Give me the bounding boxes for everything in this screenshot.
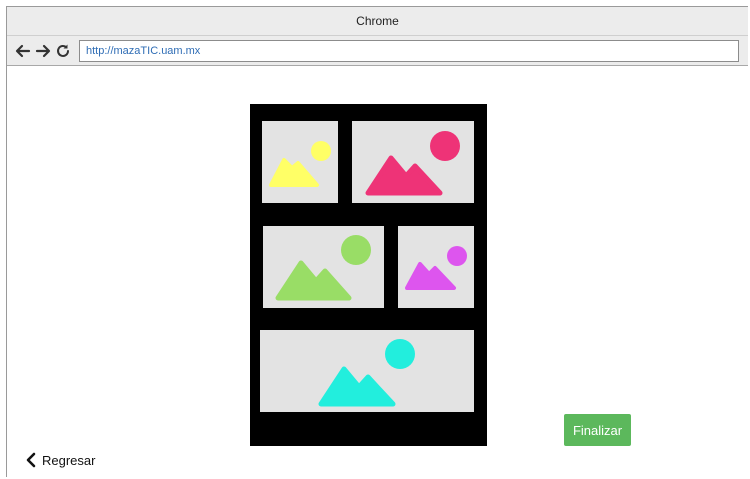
mountain-image-icon <box>365 131 460 196</box>
mountain-image-icon <box>269 141 331 187</box>
image-tile-pink[interactable] <box>352 121 474 203</box>
image-gallery-board <box>250 104 487 446</box>
image-tile-cyan[interactable] <box>260 330 474 412</box>
browser-toolbar: http://mazaTIC.uam.mx <box>7 36 748 66</box>
browser-window: Chrome http://mazaTIC.uam.mx Finalizar R… <box>6 6 748 477</box>
image-tile-purple[interactable] <box>398 226 474 308</box>
window-title: Chrome <box>356 14 399 28</box>
address-bar[interactable]: http://mazaTIC.uam.mx <box>79 39 739 62</box>
mountain-image-icon <box>318 339 415 407</box>
image-tile-yellow[interactable] <box>262 121 338 203</box>
arrow-left-icon[interactable] <box>13 41 33 61</box>
page-content: Finalizar Regresar <box>7 66 748 477</box>
reload-icon[interactable] <box>53 41 73 61</box>
chevron-left-icon <box>26 452 36 468</box>
back-link-label: Regresar <box>42 452 96 468</box>
mountain-image-icon <box>275 235 371 301</box>
title-bar: Chrome <box>7 7 748 36</box>
mountain-image-icon <box>405 246 467 290</box>
arrow-right-icon[interactable] <box>33 41 53 61</box>
image-tile-green[interactable] <box>263 226 384 308</box>
finish-button[interactable]: Finalizar <box>564 414 631 446</box>
back-link[interactable]: Regresar <box>25 450 95 470</box>
